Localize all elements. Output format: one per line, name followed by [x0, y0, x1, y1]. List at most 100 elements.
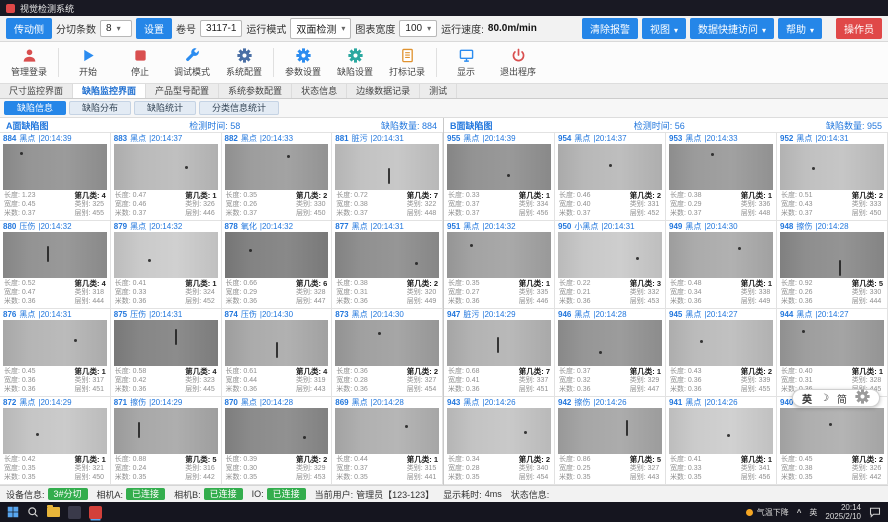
defect-cell[interactable]: 947 脏污 20:14:29 长度: 0.68 宽度: 0.41 米数: 0.…: [444, 309, 555, 397]
defect-cell[interactable]: 881 脏污 20:14:31 长度: 0.72 宽度: 0.38 米数: 0.…: [332, 133, 443, 221]
defect-cell[interactable]: 880 压伤 20:14:32 长度: 0.52 宽度: 0.47 米数: 0.…: [0, 221, 111, 309]
taskbar-clock[interactable]: 20:14 2025/2/10: [825, 503, 861, 521]
ime-lang-toggle[interactable]: 英: [802, 391, 812, 406]
defect-cell[interactable]: 872 黑点 20:14:29 长度: 0.42 宽度: 0.35 米数: 0.…: [0, 397, 111, 485]
run-mode-select[interactable]: 双面检测: [290, 18, 351, 39]
moon-icon[interactable]: ☽: [820, 393, 829, 404]
defect-cell[interactable]: 941 黑点 20:14:26 长度: 0.41 宽度: 0.33 米数: 0.…: [666, 397, 777, 485]
defect-cell[interactable]: 944 黑点 20:14:27 长度: 0.40 宽度: 0.31 米数: 0.…: [777, 309, 888, 397]
defect-image[interactable]: [114, 320, 218, 366]
defect-image[interactable]: [558, 408, 662, 454]
defect-image[interactable]: [558, 232, 662, 278]
side-button[interactable]: 传动侧: [6, 18, 52, 39]
defect-image[interactable]: [669, 320, 773, 366]
defect-cell[interactable]: 950 小黑点 20:14:31 长度: 0.22 宽度: 0.21 米数: 0…: [555, 221, 666, 309]
defect-cell[interactable]: 869 黑点 20:14:28 长度: 0.44 宽度: 0.37 米数: 0.…: [332, 397, 443, 485]
file-explorer-icon[interactable]: [47, 507, 60, 517]
defect-cell[interactable]: 945 黑点 20:14:27 长度: 0.43 宽度: 0.36 米数: 0.…: [666, 309, 777, 397]
defect-cell[interactable]: 882 黑点 20:14:33 长度: 0.35 宽度: 0.26 米数: 0.…: [222, 133, 333, 221]
action-button-gear-5[interactable]: 参数设置: [277, 42, 329, 83]
action-button-play-1[interactable]: 开始: [62, 42, 114, 83]
defect-image[interactable]: [3, 320, 107, 366]
defect-image[interactable]: [780, 408, 884, 454]
action-button-stop-2[interactable]: 停止: [114, 42, 166, 83]
defect-image[interactable]: [335, 144, 439, 190]
defect-image[interactable]: [225, 144, 329, 190]
defect-image[interactable]: [114, 144, 218, 190]
action-button-document-7[interactable]: 打标记录: [381, 42, 433, 83]
defect-cell[interactable]: 876 黑点 20:14:31 长度: 0.45 宽度: 0.36 米数: 0.…: [0, 309, 111, 397]
action-button-gear-4[interactable]: 系统配置: [218, 42, 270, 83]
defect-cell[interactable]: 874 压伤 20:14:30 长度: 0.61 宽度: 0.44 米数: 0.…: [222, 309, 333, 397]
defect-image[interactable]: [669, 408, 773, 454]
roll-number-input[interactable]: 3117-1: [200, 20, 242, 37]
defect-cell[interactable]: 949 黑点 20:14:30 长度: 0.48 宽度: 0.34 米数: 0.…: [666, 221, 777, 309]
defect-cell[interactable]: 884 黑点 20:14:39 长度: 1.23 宽度: 0.45 米数: 0.…: [0, 133, 111, 221]
strips-select[interactable]: 8: [100, 20, 132, 37]
taskbar-app-icon[interactable]: [68, 506, 81, 519]
defect-image[interactable]: [114, 232, 218, 278]
tab-4[interactable]: 状态信息: [292, 84, 347, 98]
defect-image[interactable]: [3, 408, 107, 454]
action-button-power-9[interactable]: 退出程序: [492, 42, 544, 83]
subtab-2[interactable]: 缺陷统计: [134, 101, 196, 115]
defect-image[interactable]: [335, 408, 439, 454]
tab-5[interactable]: 边缘数据记录: [347, 84, 420, 98]
quick-access-menu-button[interactable]: 数据快捷访问: [690, 18, 774, 39]
defect-image[interactable]: [114, 408, 218, 454]
action-button-gear-6[interactable]: 缺陷设置: [329, 42, 381, 83]
defect-image[interactable]: [669, 232, 773, 278]
defect-image[interactable]: [447, 232, 551, 278]
tab-2[interactable]: 产品型号配置: [146, 84, 219, 98]
tray-expand-icon[interactable]: ^: [797, 508, 802, 517]
defect-image[interactable]: [335, 232, 439, 278]
defect-cell[interactable]: 871 擦伤 20:14:29 长度: 0.88 宽度: 0.24 米数: 0.…: [111, 397, 222, 485]
action-button-user-0[interactable]: 管理登录: [3, 42, 55, 83]
defect-cell[interactable]: 870 黑点 20:14:28 长度: 0.39 宽度: 0.30 米数: 0.…: [222, 397, 333, 485]
defect-cell[interactable]: 952 黑点 20:14:31 长度: 0.51 宽度: 0.43 米数: 0.…: [777, 133, 888, 221]
subtab-3[interactable]: 分类信息统计: [199, 101, 279, 115]
taskbar-lang-indicator[interactable]: 英: [809, 507, 817, 518]
defect-cell[interactable]: 877 黑点 20:14:31 长度: 0.38 宽度: 0.31 米数: 0.…: [332, 221, 443, 309]
search-icon[interactable]: [27, 506, 39, 518]
defect-image[interactable]: [225, 232, 329, 278]
active-app-icon[interactable]: [89, 506, 102, 519]
defect-cell[interactable]: 954 黑点 20:14:37 长度: 0.46 宽度: 0.40 米数: 0.…: [555, 133, 666, 221]
defect-cell[interactable]: 883 黑点 20:14:37 长度: 0.47 宽度: 0.46 米数: 0.…: [111, 133, 222, 221]
defect-image[interactable]: [780, 320, 884, 366]
defect-cell[interactable]: 879 黑点 20:14:32 长度: 0.41 宽度: 0.33 米数: 0.…: [111, 221, 222, 309]
defect-cell[interactable]: 948 擦伤 20:14:28 长度: 0.92 宽度: 0.26 米数: 0.…: [777, 221, 888, 309]
tab-6[interactable]: 测试: [420, 84, 457, 98]
set-strips-button[interactable]: 设置: [136, 18, 172, 39]
defect-cell[interactable]: 942 擦伤 20:14:26 长度: 0.86 宽度: 0.25 米数: 0.…: [555, 397, 666, 485]
defect-cell[interactable]: 955 黑点 20:14:39 长度: 0.33 宽度: 0.37 米数: 0.…: [444, 133, 555, 221]
defect-cell[interactable]: 875 压伤 20:14:31 长度: 0.58 宽度: 0.42 米数: 0.…: [111, 309, 222, 397]
defect-cell[interactable]: 951 黑点 20:14:32 长度: 0.35 宽度: 0.27 米数: 0.…: [444, 221, 555, 309]
ime-simplified-toggle[interactable]: 简: [837, 391, 847, 406]
defect-image[interactable]: [558, 320, 662, 366]
defect-image[interactable]: [3, 144, 107, 190]
tab-1[interactable]: 缺陷监控界面: [73, 84, 146, 98]
defect-image[interactable]: [335, 320, 439, 366]
defect-image[interactable]: [3, 232, 107, 278]
help-menu-button[interactable]: 帮助: [778, 18, 822, 39]
defect-image[interactable]: [669, 144, 773, 190]
defect-image[interactable]: [447, 320, 551, 366]
defect-cell[interactable]: 940 黑点 20:14:26 长度: 0.45 宽度: 0.38 米数: 0.…: [777, 397, 888, 485]
defect-image[interactable]: [558, 144, 662, 190]
defect-cell[interactable]: 943 黑点 20:14:26 长度: 0.34 宽度: 0.28 米数: 0.…: [444, 397, 555, 485]
subtab-0[interactable]: 缺陷信息: [4, 101, 66, 115]
tab-0[interactable]: 尺寸监控界面: [0, 84, 73, 98]
defect-cell[interactable]: 873 黑点 20:14:30 长度: 0.36 宽度: 0.28 米数: 0.…: [332, 309, 443, 397]
operator-button[interactable]: 操作员: [836, 18, 882, 39]
view-menu-button[interactable]: 视图: [642, 18, 686, 39]
action-button-wrench-3[interactable]: 调试模式: [166, 42, 218, 83]
defect-cell[interactable]: 946 黑点 20:14:28 长度: 0.37 宽度: 0.32 米数: 0.…: [555, 309, 666, 397]
weather-widget[interactable]: 气温下降: [746, 507, 789, 518]
clear-alarm-button[interactable]: 清除报警: [582, 18, 638, 39]
defect-image[interactable]: [780, 232, 884, 278]
defect-image[interactable]: [225, 408, 329, 454]
defect-image[interactable]: [225, 320, 329, 366]
notification-icon[interactable]: [869, 506, 881, 518]
tab-3[interactable]: 系统参数配置: [219, 84, 292, 98]
